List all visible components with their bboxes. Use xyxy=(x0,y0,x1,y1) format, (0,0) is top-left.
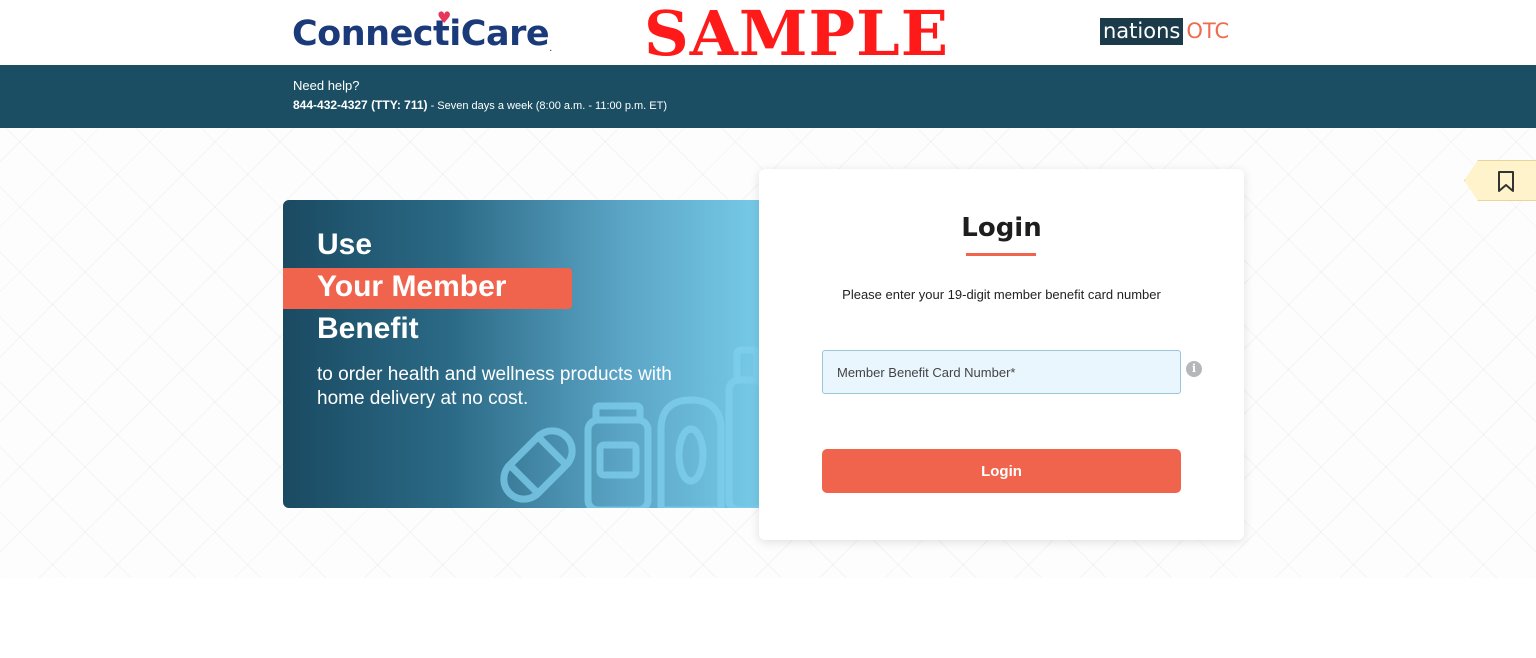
help-phone-number[interactable]: 844-432-4327 (TTY: 711) xyxy=(293,98,428,112)
spray-bottle-icon xyxy=(725,346,763,508)
heart-icon: ♥ xyxy=(437,8,451,27)
login-title-underline xyxy=(966,253,1036,256)
tube-icon xyxy=(657,396,725,508)
login-title: Login xyxy=(961,213,1042,243)
login-button[interactable]: Login xyxy=(822,449,1181,493)
need-help-label: Need help? xyxy=(293,78,360,93)
hero-line-benefit: Benefit xyxy=(317,312,419,345)
bottle-icon xyxy=(584,402,652,508)
help-hours: - Seven days a week (8:00 a.m. - 11:00 p… xyxy=(427,100,667,112)
connecticare-logo-mark: . xyxy=(549,43,552,54)
help-bar: Need help? 844-432-4327 (TTY: 711) - Sev… xyxy=(0,65,1536,128)
nations-logo-part: nations xyxy=(1100,18,1184,45)
hero-line-member: Your Member xyxy=(317,270,507,303)
bookmark-tab[interactable] xyxy=(1464,160,1536,201)
connecticare-logo[interactable]: ConnectiCare. ♥ xyxy=(292,8,552,54)
hero-banner: Use Your Member Benefit to order health … xyxy=(283,200,763,508)
connecticare-logo-text: ConnectiCare xyxy=(292,14,550,54)
help-contact-line: 844-432-4327 (TTY: 711) - Seven days a w… xyxy=(293,98,667,112)
login-card: Login Please enter your 19-digit member … xyxy=(759,169,1244,540)
hero-line-use: Use xyxy=(317,228,373,261)
info-icon[interactable]: i xyxy=(1186,361,1202,377)
bookmark-icon xyxy=(1498,171,1514,192)
nations-otc-logo[interactable]: nations OTC xyxy=(1100,18,1229,45)
member-benefit-card-input[interactable] xyxy=(822,350,1181,394)
otc-logo-part: OTC xyxy=(1186,19,1230,43)
sample-watermark: SAMPLE xyxy=(644,0,949,70)
top-bar: ConnectiCare. ♥ SAMPLE nations OTC xyxy=(0,0,1536,70)
bandage-icon xyxy=(500,427,576,503)
health-products-illustration xyxy=(500,346,763,508)
login-instructions: Please enter your 19-digit member benefi… xyxy=(842,287,1161,302)
